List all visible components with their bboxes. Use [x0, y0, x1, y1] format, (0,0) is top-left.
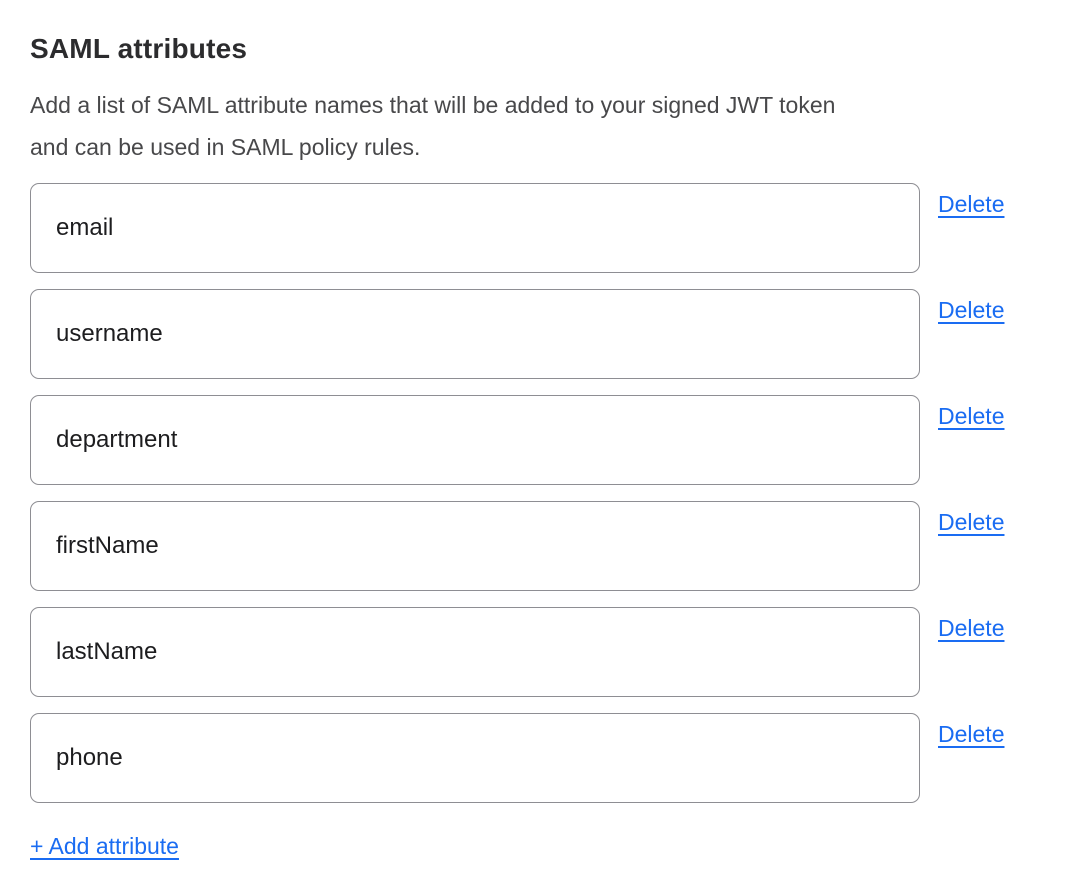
attribute-input-firstname[interactable] [30, 501, 920, 591]
attribute-input-username[interactable] [30, 289, 920, 379]
delete-link-firstname[interactable]: Delete [938, 509, 1004, 536]
section-description: Add a list of SAML attribute names that … [30, 84, 1036, 168]
add-attribute-link[interactable]: + Add attribute [30, 833, 179, 860]
attribute-input-lastname[interactable] [30, 607, 920, 697]
section-title: SAML attributes [30, 32, 1036, 66]
attribute-input-phone[interactable] [30, 713, 920, 803]
delete-link-email[interactable]: Delete [938, 191, 1004, 218]
delete-link-lastname[interactable]: Delete [938, 615, 1004, 642]
section-description-line-1: Add a list of SAML attribute names that … [30, 84, 1036, 126]
attribute-row-department: Delete [30, 395, 1036, 485]
attribute-row-lastname: Delete [30, 607, 1036, 697]
attribute-input-email[interactable] [30, 183, 920, 273]
attribute-list: Delete Delete Delete Delete Delete Delet… [30, 183, 1036, 803]
delete-link-phone[interactable]: Delete [938, 721, 1004, 748]
delete-link-username[interactable]: Delete [938, 297, 1004, 324]
attribute-row-email: Delete [30, 183, 1036, 273]
attribute-input-department[interactable] [30, 395, 920, 485]
attribute-row-firstname: Delete [30, 501, 1036, 591]
attribute-row-username: Delete [30, 289, 1036, 379]
delete-link-department[interactable]: Delete [938, 403, 1004, 430]
section-description-line-2: and can be used in SAML policy rules. [30, 126, 1036, 168]
attribute-row-phone: Delete [30, 713, 1036, 803]
saml-attributes-panel: SAML attributes Add a list of SAML attri… [0, 0, 1066, 886]
